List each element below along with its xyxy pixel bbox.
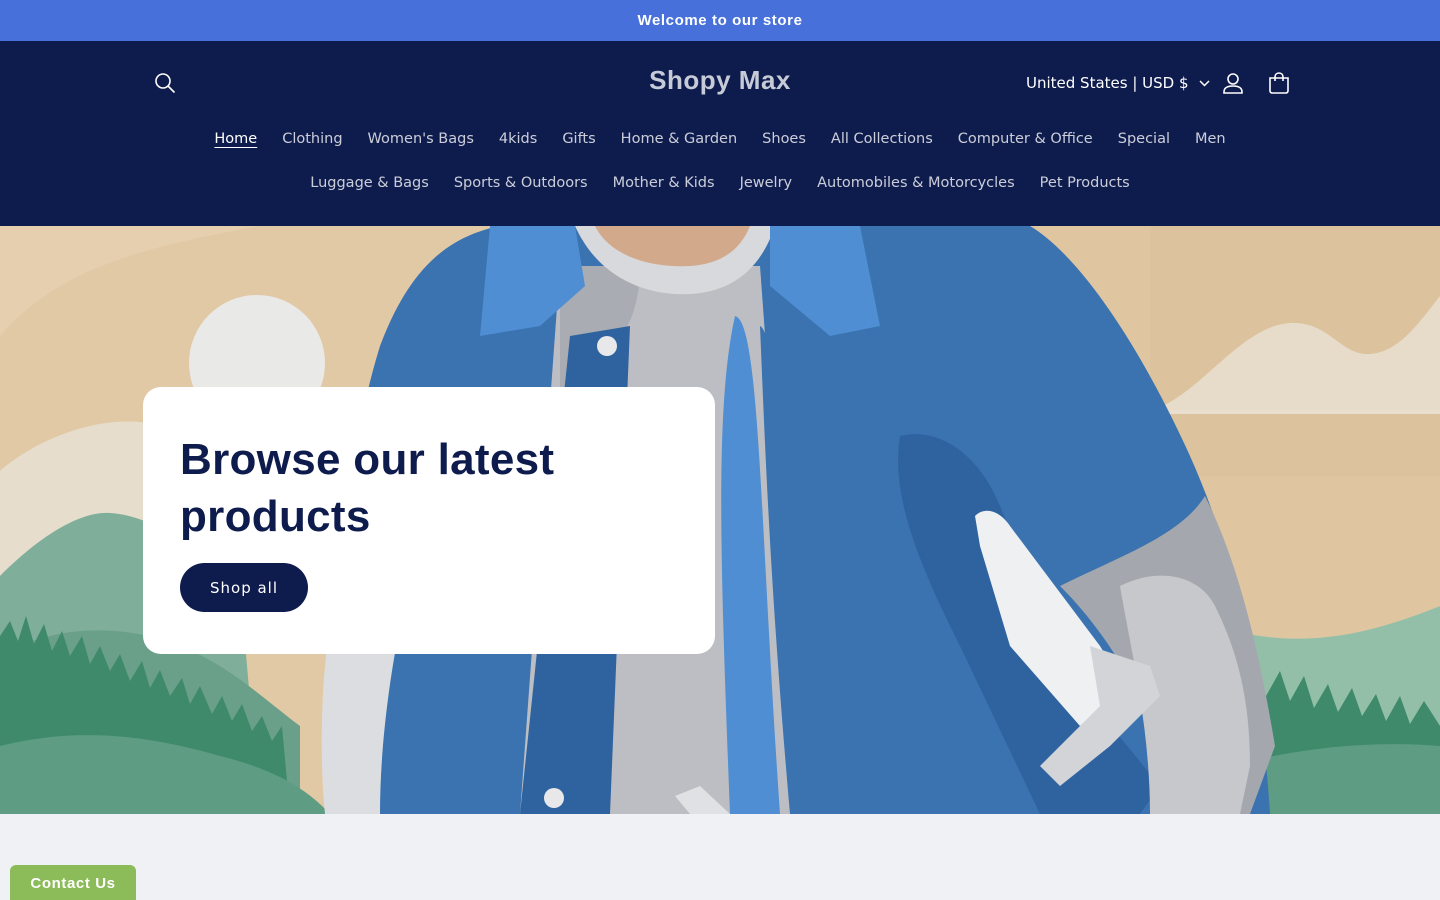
nav-link-jewelry[interactable]: Jewelry: [727, 173, 805, 193]
nav-link-shoes[interactable]: Shoes: [750, 129, 819, 149]
nav-link-home[interactable]: Home: [202, 129, 270, 149]
contact-us-tab[interactable]: Contact Us: [10, 865, 136, 900]
nav-link-pet-products[interactable]: Pet Products: [1027, 173, 1142, 193]
nav-link-home-garden[interactable]: Home & Garden: [608, 129, 750, 149]
nav-link-4kids[interactable]: 4kids: [486, 129, 549, 149]
store-logo[interactable]: Shopy Max: [570, 65, 870, 96]
contact-us-label: Contact Us: [30, 875, 116, 892]
nav-link-men[interactable]: Men: [1182, 129, 1238, 149]
account-icon: [1223, 73, 1243, 94]
main-nav-row-1: Home Clothing Women's Bags 4kids Gifts Home &…: [0, 129, 1440, 149]
nav-link-luggage-bags[interactable]: Luggage & Bags: [298, 173, 442, 193]
nav-link-automobiles-motorcycles[interactable]: Automobiles & Motorcycles: [805, 173, 1028, 193]
chevron-down-icon: [1199, 79, 1210, 87]
cart-button[interactable]: [1264, 68, 1294, 98]
announcement-bar: Welcome to our store: [0, 0, 1440, 41]
hero-content-card: Browse our latest products Shop all: [143, 387, 715, 654]
nav-link-gifts[interactable]: Gifts: [550, 129, 608, 149]
hero-banner: Browse our latest products Shop all: [0, 226, 1440, 814]
nav-link-sports-outdoors[interactable]: Sports & Outdoors: [441, 173, 600, 193]
hero-title: Browse our latest products: [180, 435, 555, 541]
country-currency-selector[interactable]: United States | USD $: [1026, 71, 1210, 95]
main-nav-row-2: Luggage & Bags Sports & Outdoors Mother & …: [0, 173, 1440, 193]
nav-link-computer-office[interactable]: Computer & Office: [945, 129, 1105, 149]
nav-link-all-collections[interactable]: All Collections: [818, 129, 945, 149]
search-icon: [155, 73, 176, 94]
cart-icon: [1269, 72, 1289, 94]
announcement-text: Welcome to our store: [637, 12, 803, 29]
nav-link-special[interactable]: Special: [1105, 129, 1182, 149]
nav-link-clothing[interactable]: Clothing: [270, 129, 355, 149]
site-header: Shopy Max United States | USD $ Home Clot…: [0, 41, 1440, 226]
search-button[interactable]: [150, 68, 180, 98]
nav-link-mother-kids[interactable]: Mother & Kids: [600, 173, 727, 193]
country-currency-label: United States | USD $: [1026, 74, 1189, 92]
nav-link-women-s-bags[interactable]: Women's Bags: [355, 129, 486, 149]
shop-all-button[interactable]: Shop all: [180, 563, 308, 612]
account-button[interactable]: [1218, 68, 1248, 98]
